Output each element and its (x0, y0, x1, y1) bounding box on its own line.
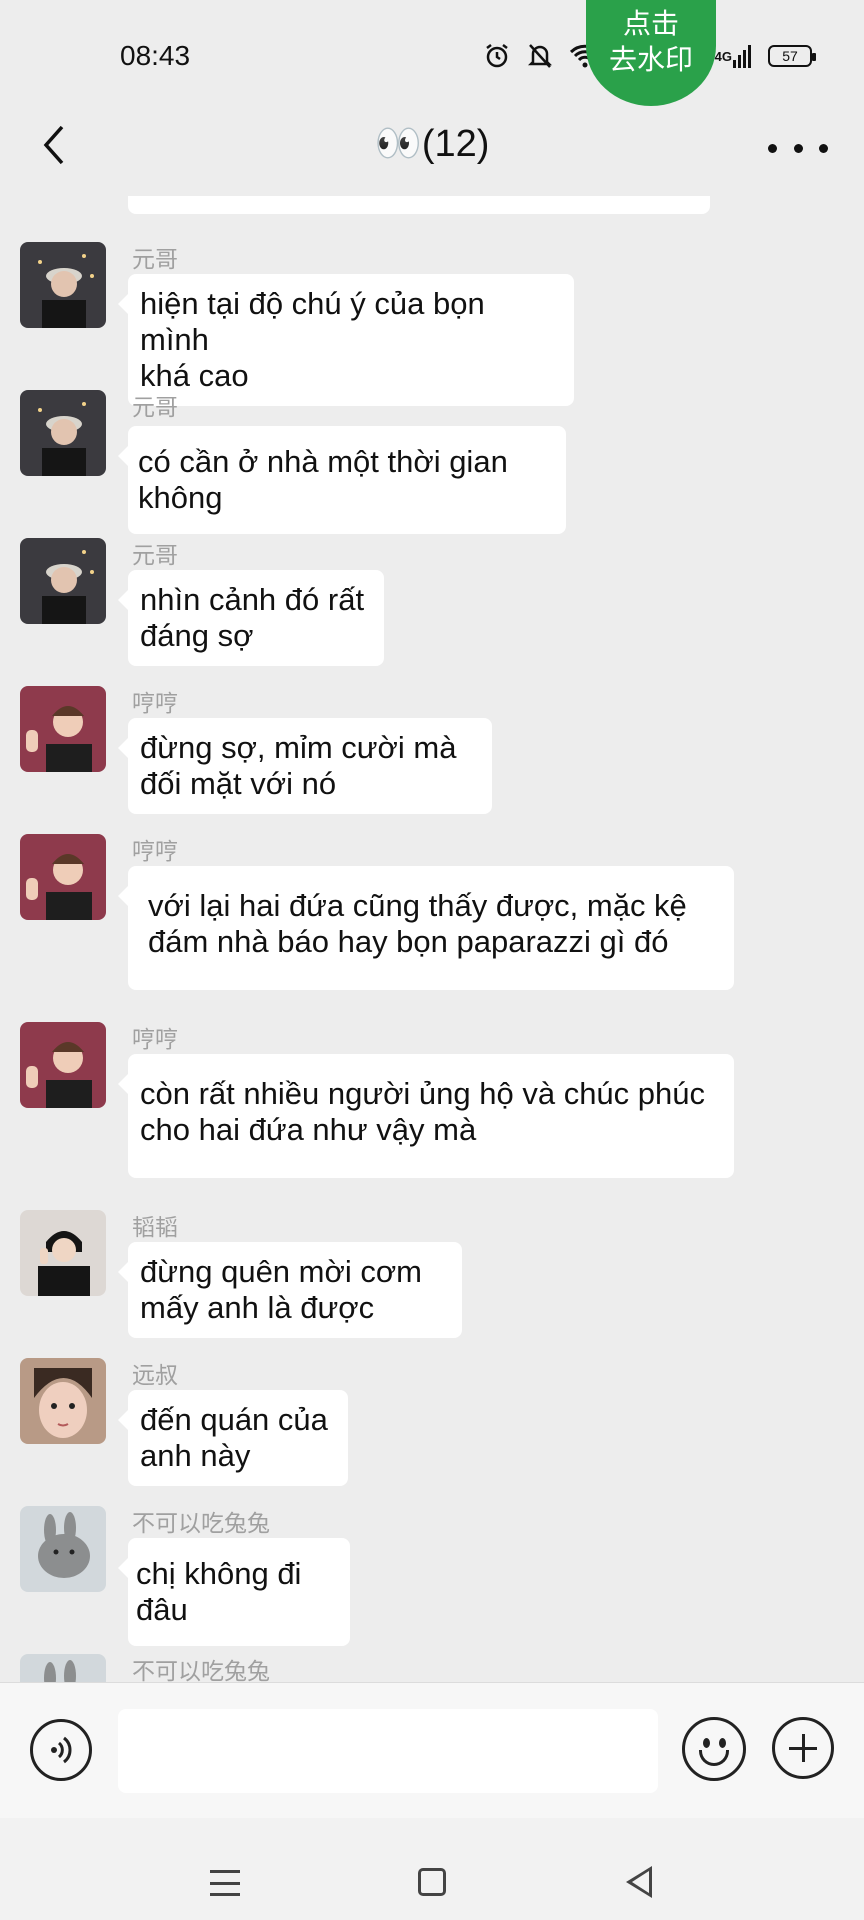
avatar[interactable] (20, 1210, 106, 1296)
system-nav-bar (0, 1818, 864, 1920)
chat-header: 👀(12) (0, 88, 864, 208)
sender-name: 哼哼 (132, 1026, 178, 1052)
message-bubble[interactable]: đến quán của anh này (118, 1390, 348, 1486)
dot-icon (768, 143, 777, 153)
dot-icon (793, 143, 803, 153)
message-line: anh này (140, 1438, 251, 1473)
sender-name: 哼哼 (132, 838, 178, 864)
nav-back-button[interactable] (626, 1866, 652, 1898)
battery-icon: 57 (768, 45, 816, 67)
message-line: hiện tại độ chú ý của bọn mình (140, 286, 485, 357)
signal-icon-2: 4G (715, 44, 752, 68)
avatar[interactable] (20, 1358, 106, 1444)
message-bubble[interactable]: có cần ở nhà một thời gian không (118, 426, 566, 534)
message-line: mấy anh là được (140, 1290, 375, 1325)
message-bubble[interactable]: còn rất nhiều người ủng hộ và chúc phúc … (118, 1054, 734, 1178)
sender-name: 不可以吃兔兔 (132, 1510, 270, 1536)
sender-name: 远叔 (132, 1362, 178, 1388)
alarm-icon (483, 42, 511, 70)
avatar[interactable] (20, 390, 106, 476)
more-features-button[interactable] (772, 1717, 834, 1779)
watermark-label-2: 去水印 (608, 44, 693, 75)
avatar[interactable] (20, 242, 106, 328)
avatar[interactable] (20, 538, 106, 624)
avatar[interactable] (20, 1022, 106, 1108)
avatar[interactable] (20, 1506, 106, 1592)
home-button[interactable] (418, 1868, 446, 1896)
avatar[interactable] (20, 686, 106, 772)
network-label-2: 4G (714, 48, 732, 64)
message-bubble[interactable]: nhìn cảnh đó rất đáng sợ (118, 570, 384, 666)
sender-name: 元哥 (132, 542, 178, 568)
mute-bell-icon (527, 42, 553, 70)
voice-button[interactable] (30, 1719, 92, 1781)
emoji-icon-eye (719, 1738, 726, 1748)
more-options-button[interactable] (768, 128, 828, 168)
message-bubble[interactable]: đừng sợ, mỉm cười mà đối mặt với nó (118, 718, 492, 814)
message-line: đừng sợ, mỉm cười mà (140, 730, 457, 765)
chat-message-list[interactable]: 元哥 hiện tại độ chú ý của bọn mình khá ca… (0, 230, 864, 1682)
menu-icon-line (210, 1881, 240, 1885)
sender-name: 元哥 (132, 246, 178, 272)
sender-name: 韬韬 (132, 1214, 178, 1240)
message-line: với lại hai đứa cũng thấy được, mặc kệ (148, 888, 687, 923)
recent-apps-button[interactable] (210, 1870, 240, 1896)
emoji-icon-mouth (699, 1750, 729, 1766)
emoji-button[interactable] (682, 1717, 746, 1781)
message-line: đám nhà báo hay bọn paparazzi gì đó (148, 924, 669, 959)
message-bubble[interactable]: chị không đi đâu (118, 1538, 350, 1646)
message-input[interactable] (118, 1709, 658, 1793)
watermark-label-1: 点击 (622, 8, 679, 39)
message-bubble[interactable]: với lại hai đứa cũng thấy được, mặc kệ đ… (118, 866, 734, 990)
message-line: đừng quên mời cơm (140, 1254, 422, 1289)
message-line: cho hai đứa như vậy mà (140, 1112, 477, 1147)
avatar[interactable] (20, 1654, 106, 1682)
message-line: chị không đi đâu (136, 1556, 302, 1627)
message-line: đối mặt với nó (140, 766, 337, 801)
message-line: đáng sợ (140, 618, 254, 653)
previous-message-bubble (128, 196, 710, 214)
message-line: nhìn cảnh đó rất (140, 582, 365, 617)
dot-icon (819, 143, 828, 153)
status-time: 08:43 (120, 40, 191, 71)
message-line: khá cao (140, 358, 249, 393)
sender-name: 不可以吃兔兔 (132, 1658, 270, 1682)
message-line: đến quán của (140, 1402, 328, 1437)
sender-name: 哼哼 (132, 690, 178, 716)
sender-name: 元哥 (132, 394, 178, 420)
chat-title[interactable]: 👀(12) (0, 122, 864, 166)
message-line: còn rất nhiều người ủng hộ và chúc phúc (140, 1076, 706, 1111)
voice-icon (51, 1736, 72, 1764)
status-bar: 08:43 HD 4G 4G 57 (0, 0, 864, 88)
emoji-icon (703, 1738, 710, 1748)
message-bubble[interactable]: đừng quên mời cơm mấy anh là được (118, 1242, 462, 1338)
message-bubble[interactable]: hiện tại độ chú ý của bọn mình khá cao (118, 274, 574, 406)
message-line: có cần ở nhà một thời gian không (138, 444, 508, 515)
menu-icon-line (210, 1893, 240, 1896)
menu-icon (210, 1870, 240, 1873)
avatar[interactable] (20, 834, 106, 920)
input-bar (0, 1682, 864, 1818)
